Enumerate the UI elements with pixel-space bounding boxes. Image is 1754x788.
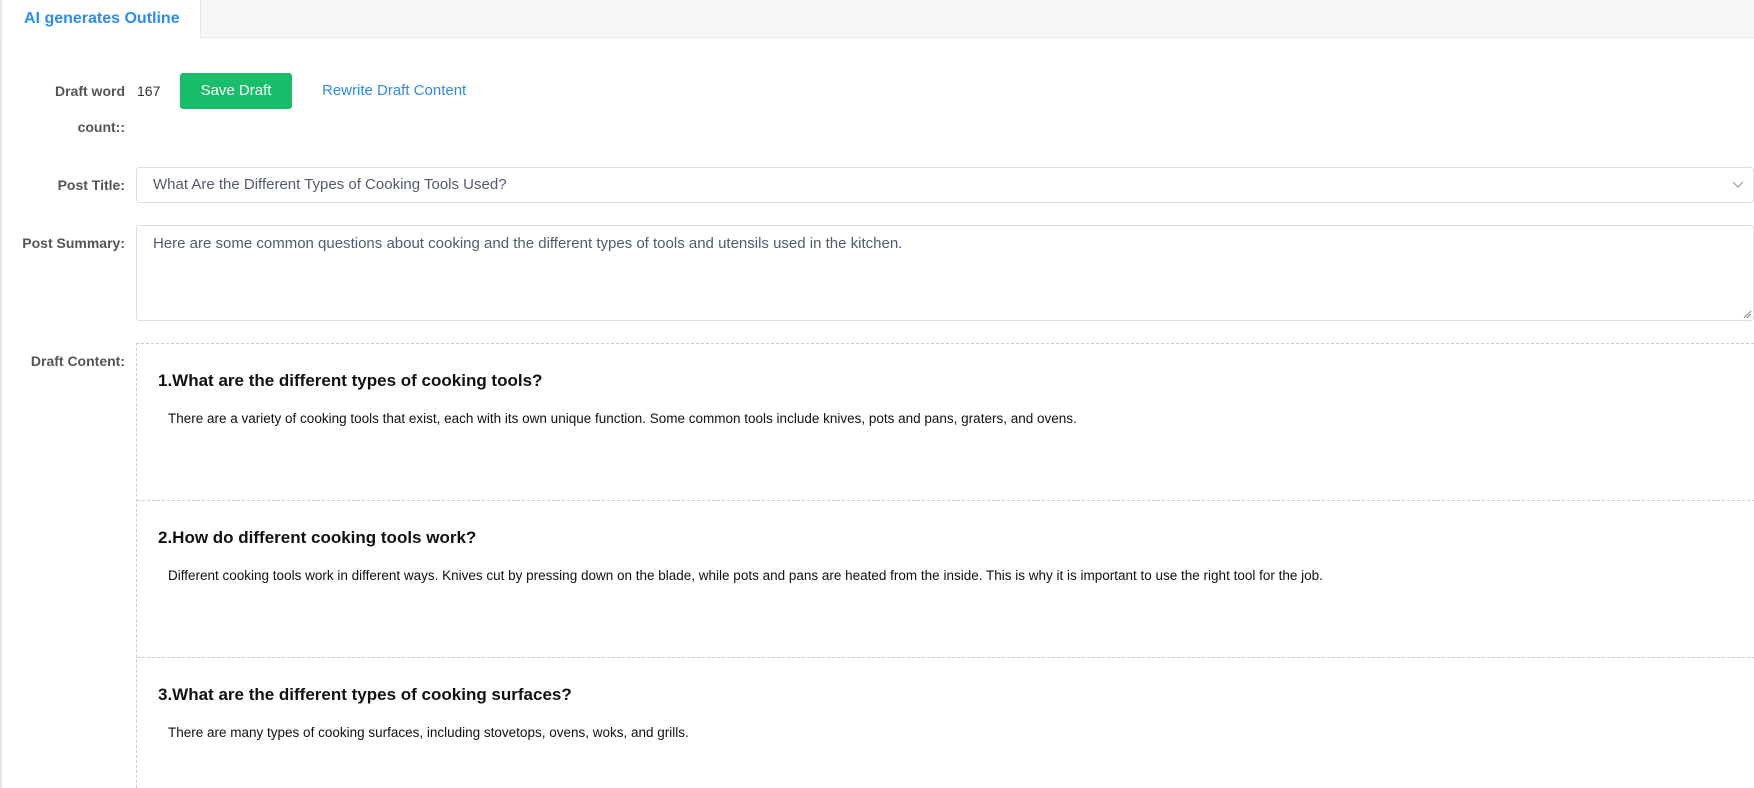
resize-grip-icon[interactable]	[1742, 309, 1752, 319]
draft-section: 2.How do different cooking tools work? D…	[137, 501, 1754, 658]
post-summary-textarea[interactable]: Here are some common questions about coo…	[136, 225, 1754, 321]
tab-ai-generates-outline[interactable]: AI generates Outline	[3, 0, 201, 39]
word-count-value: 167	[137, 83, 161, 99]
save-draft-button[interactable]: Save Draft	[180, 73, 292, 109]
draft-section: 1.What are the different types of cookin…	[137, 344, 1754, 501]
post-title-label: Post Title:	[57, 177, 125, 193]
post-summary-label: Post Summary:	[22, 235, 125, 251]
word-count-label-line2: count::	[77, 119, 125, 135]
word-count-label-line1: Draft word	[55, 83, 125, 99]
draft-content-label: Draft Content:	[30, 353, 125, 369]
draft-section-body[interactable]: Different cooking tools work in differen…	[168, 568, 1323, 583]
post-title-select[interactable]: What Are the Different Types of Cooking …	[136, 167, 1754, 203]
draft-content-area[interactable]: 1.What are the different types of cookin…	[136, 343, 1754, 788]
chevron-down-icon	[1732, 181, 1744, 188]
draft-section-body[interactable]: There are a variety of cooking tools tha…	[168, 411, 1077, 426]
post-summary-value: Here are some common questions about coo…	[153, 235, 903, 252]
draft-section-title: 3.What are the different types of cookin…	[158, 685, 572, 704]
tab-bar: AI generates Outline	[0, 0, 1754, 39]
draft-section-title: 1.What are the different types of cookin…	[158, 371, 543, 390]
draft-section-body[interactable]: There are many types of cooking surfaces…	[168, 725, 689, 740]
left-border	[0, 38, 2, 788]
post-title-value: What Are the Different Types of Cooking …	[153, 176, 507, 193]
rewrite-draft-content-link[interactable]: Rewrite Draft Content	[322, 73, 466, 109]
draft-section: 3.What are the different types of cookin…	[137, 658, 1754, 788]
draft-section-title: 2.How do different cooking tools work?	[158, 528, 477, 547]
